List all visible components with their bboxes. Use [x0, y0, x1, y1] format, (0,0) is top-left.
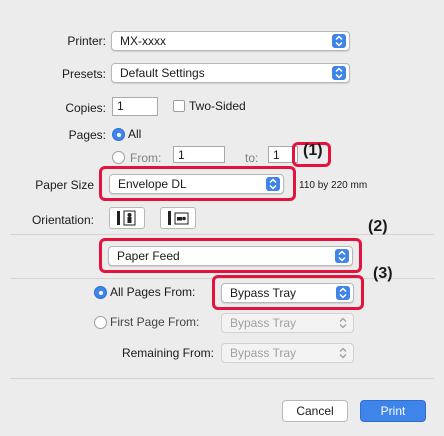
orientation-portrait-button[interactable] — [109, 207, 145, 229]
callout-3: (3) — [373, 265, 393, 282]
all-pages-from-radio[interactable] — [94, 286, 107, 299]
callout-1: (1) — [303, 142, 323, 159]
chevron-updown-icon — [336, 316, 350, 330]
highlight-box — [99, 166, 296, 201]
portrait-icon — [117, 210, 136, 226]
chevron-updown-icon — [332, 34, 346, 48]
chevron-updown-icon — [332, 66, 346, 80]
all-pages-from-label: All Pages From: — [110, 285, 196, 299]
orientation-label: Orientation: — [31, 213, 94, 227]
highlight-box — [99, 238, 362, 273]
pages-from-field[interactable]: 1 — [173, 146, 225, 163]
copies-label: Copies: — [65, 101, 106, 115]
print-button[interactable]: Print — [360, 400, 426, 422]
pages-all-label: All — [128, 127, 142, 141]
two-sided-checkbox[interactable] — [173, 100, 185, 112]
pages-all-radio[interactable] — [112, 128, 125, 141]
presets-value: Default Settings — [120, 66, 205, 80]
paper-dimensions: 110 by 220 mm — [299, 180, 368, 191]
divider — [10, 378, 434, 379]
remaining-from-label: Remaining From: — [121, 346, 214, 360]
printer-label: Printer: — [67, 34, 106, 48]
copies-field[interactable]: 1 — [112, 97, 158, 116]
printer-select[interactable]: MX-xxxx — [111, 31, 350, 51]
printer-value: MX-xxxx — [120, 34, 166, 48]
first-page-from-select[interactable]: Bypass Tray — [221, 313, 354, 333]
landscape-icon — [168, 211, 189, 225]
pages-from-radio[interactable] — [112, 151, 125, 164]
pages-to-label: to: — [245, 151, 259, 165]
remaining-from-value: Bypass Tray — [230, 346, 297, 360]
presets-label: Presets: — [61, 67, 106, 81]
first-page-from-value: Bypass Tray — [230, 316, 297, 330]
callout-2: (2) — [368, 218, 388, 235]
cancel-button[interactable]: Cancel — [282, 400, 348, 422]
orientation-landscape-button[interactable] — [160, 207, 196, 229]
pages-label: Pages: — [68, 128, 106, 142]
chevron-updown-icon — [336, 346, 350, 360]
highlight-box — [212, 275, 364, 310]
print-dialog: Printer: MX-xxxx Presets: Default Settin… — [0, 0, 444, 436]
remaining-from-select[interactable]: Bypass Tray — [221, 343, 354, 363]
pages-from-label: From: — [130, 151, 162, 165]
two-sided-label: Two-Sided — [189, 99, 246, 113]
first-page-from-radio[interactable] — [94, 316, 107, 329]
first-page-from-label: First Page From: — [110, 315, 200, 329]
paper-size-label: Paper Size — [35, 178, 94, 192]
presets-select[interactable]: Default Settings — [111, 63, 350, 83]
